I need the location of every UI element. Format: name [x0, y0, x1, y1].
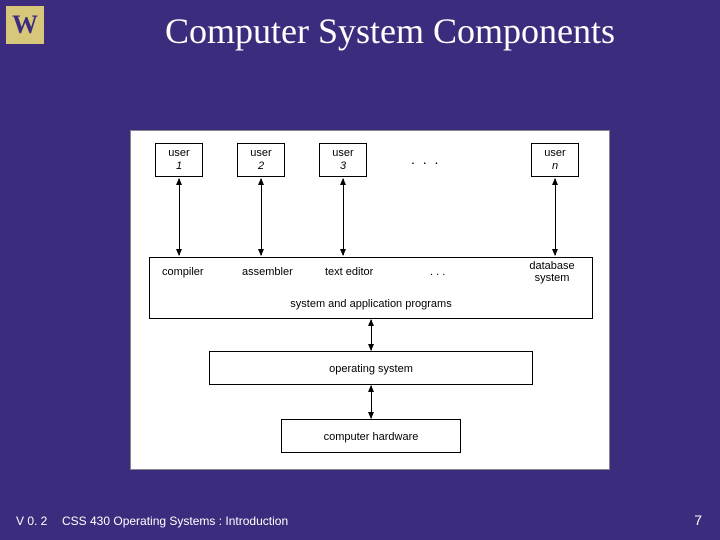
footer-version: V 0. 2	[16, 514, 47, 528]
user-label: user	[238, 147, 284, 160]
system-programs-label: system and application programs	[150, 298, 592, 310]
footer-course: CSS 430 Operating Systems : Introduction	[62, 514, 288, 528]
program-ellipsis: . . .	[430, 266, 445, 278]
arrow-user1-sys	[179, 179, 180, 255]
slide-title: Computer System Components	[80, 10, 700, 52]
program-database: database system	[522, 260, 582, 284]
user-id: n	[532, 160, 578, 173]
os-box: operating system	[209, 351, 533, 385]
arrow-user2-sys	[261, 179, 262, 255]
uw-logo: W	[6, 6, 44, 44]
user-id: 2	[238, 160, 284, 173]
program-text-editor: text editor	[325, 266, 373, 278]
arrow-user3-sys	[343, 179, 344, 255]
user-box-3: user 3	[319, 143, 367, 177]
user-box-1: user 1	[155, 143, 203, 177]
system-programs-box: compiler assembler text editor . . . dat…	[149, 257, 593, 319]
program-compiler: compiler	[162, 266, 204, 278]
program-assembler: assembler	[242, 266, 293, 278]
user-label: user	[532, 147, 578, 160]
user-label: user	[156, 147, 202, 160]
footer-page-number: 7	[694, 512, 702, 528]
arrow-usern-sys	[555, 179, 556, 255]
arrow-sys-os	[371, 320, 372, 350]
arrow-os-hw	[371, 386, 372, 418]
system-components-diagram: user 1 user 2 user 3 . . . user n compil…	[130, 130, 610, 470]
hardware-box: computer hardware	[281, 419, 461, 453]
user-id: 1	[156, 160, 202, 173]
user-box-n: user n	[531, 143, 579, 177]
user-id: 3	[320, 160, 366, 173]
users-ellipsis: . . .	[411, 151, 440, 167]
user-label: user	[320, 147, 366, 160]
user-box-2: user 2	[237, 143, 285, 177]
